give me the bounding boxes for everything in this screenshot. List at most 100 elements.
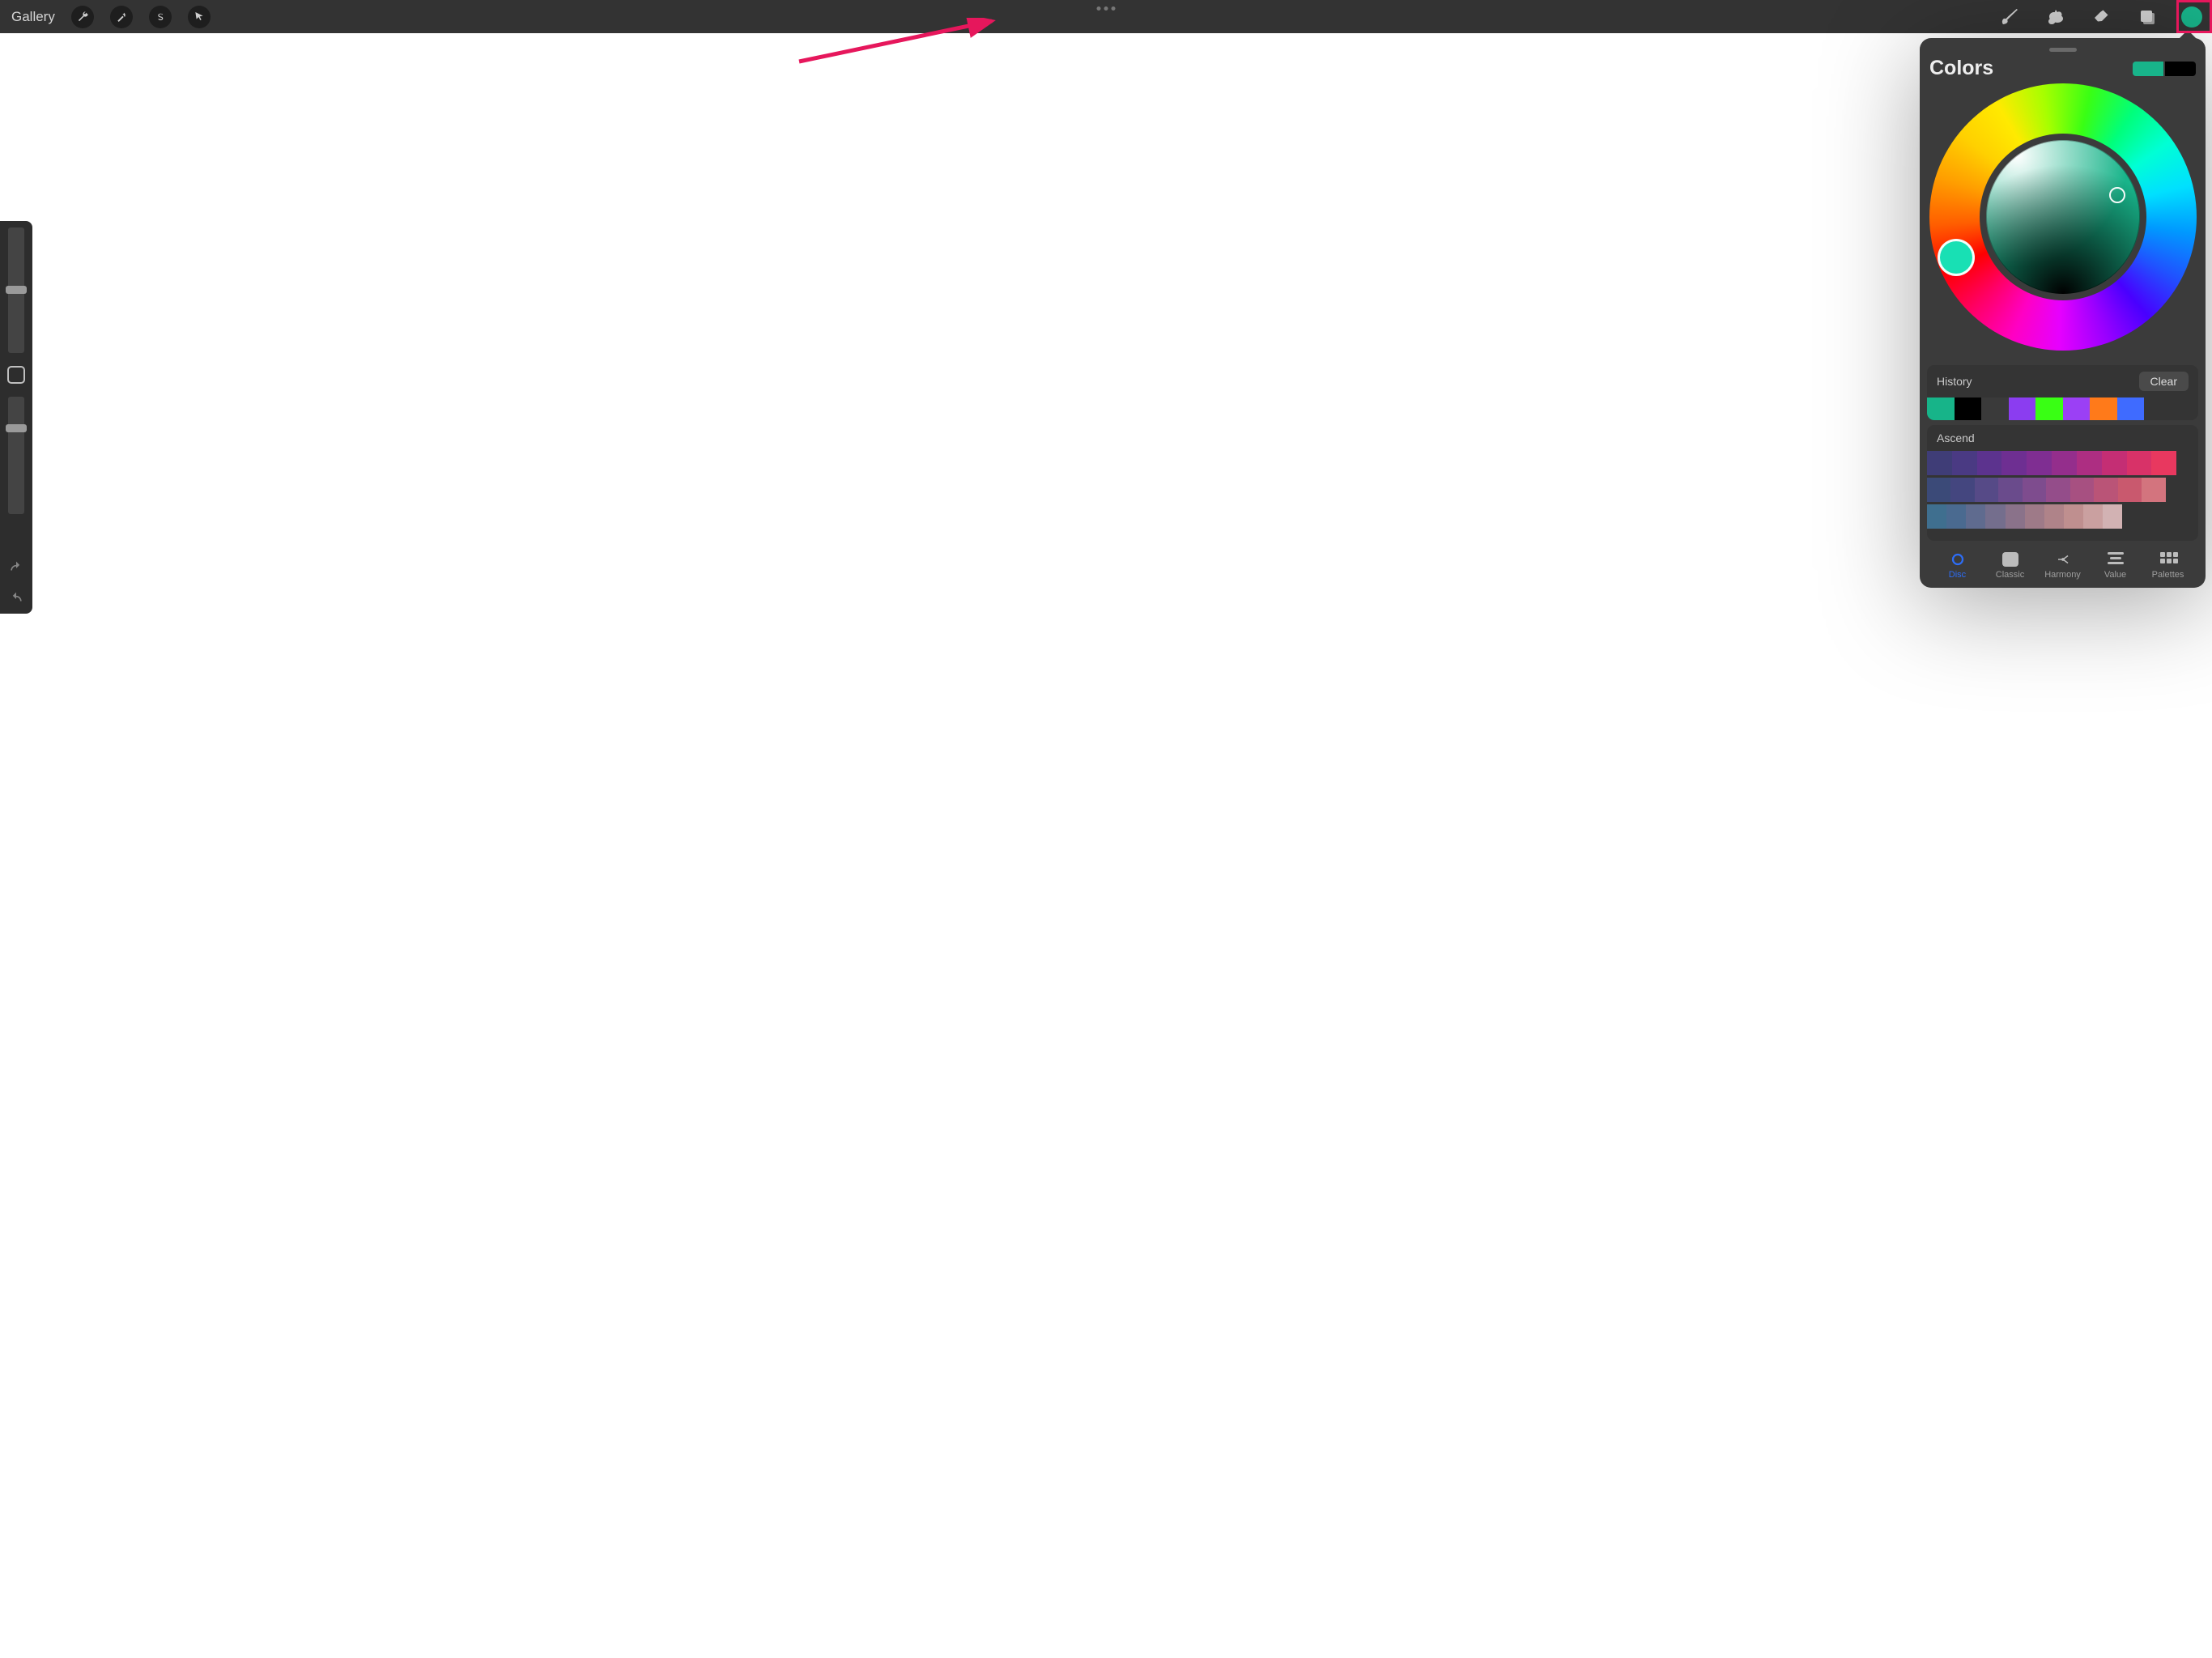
palette-swatch[interactable] — [1977, 451, 2002, 475]
hue-cursor[interactable] — [1938, 239, 1975, 276]
history-swatch[interactable] — [2090, 397, 2117, 420]
palette-swatch[interactable] — [2083, 504, 2103, 529]
palette-section: Ascend — [1927, 425, 2198, 541]
gallery-button[interactable]: Gallery — [11, 9, 55, 25]
cursor-arrow-icon — [193, 11, 206, 23]
history-swatch[interactable] — [2009, 397, 2036, 420]
history-swatch[interactable] — [1981, 397, 2009, 420]
palette-swatch[interactable] — [2023, 478, 2046, 502]
color-button[interactable] — [2181, 6, 2202, 28]
adjustments-button[interactable] — [110, 6, 133, 28]
history-swatch[interactable] — [2117, 397, 2145, 420]
palette-swatch[interactable] — [2077, 451, 2102, 475]
tab-classic[interactable]: Classic — [1986, 552, 2035, 580]
palette-swatch[interactable] — [2001, 451, 2027, 475]
palette-swatch[interactable] — [2142, 478, 2165, 502]
sv-cursor[interactable] — [2109, 187, 2125, 203]
wrench-icon — [76, 11, 89, 23]
colors-popover: Colors History Clear Ascend — [1920, 38, 2206, 588]
palette-swatch[interactable] — [1998, 478, 2022, 502]
layers-button[interactable] — [2136, 6, 2157, 28]
selection-button[interactable] — [149, 6, 172, 28]
brush-opacity-thumb[interactable] — [6, 424, 27, 432]
brush-size-thumb[interactable] — [6, 286, 27, 294]
palette-swatch[interactable] — [2070, 478, 2094, 502]
history-swatch[interactable] — [1927, 397, 1955, 420]
palette-swatch[interactable] — [2127, 451, 2152, 475]
tab-harmony[interactable]: Harmony — [2039, 552, 2087, 580]
clear-history-button[interactable]: Clear — [2139, 372, 2189, 391]
history-section: History Clear — [1927, 365, 2198, 420]
palette-swatch[interactable] — [1927, 478, 1950, 502]
colors-title: Colors — [1929, 57, 1993, 80]
actions-button[interactable] — [71, 6, 94, 28]
harmony-icon — [2055, 552, 2071, 567]
history-swatch-empty — [2144, 397, 2172, 420]
undo-button[interactable] — [8, 560, 24, 576]
eraser-icon — [2091, 7, 2111, 27]
palette-swatch[interactable] — [2006, 504, 2025, 529]
tab-palettes[interactable]: Palettes — [2144, 552, 2193, 580]
palette-swatch[interactable] — [1985, 504, 2005, 529]
sidebar-modify-button[interactable] — [7, 366, 25, 384]
history-swatch[interactable] — [2063, 397, 2091, 420]
palette-swatch[interactable] — [2103, 504, 2122, 529]
palette-swatch[interactable] — [1946, 504, 1966, 529]
popover-arrow — [2178, 30, 2197, 40]
palette-name: Ascend — [1927, 425, 2198, 451]
palette-swatch[interactable] — [2025, 504, 2044, 529]
wand-icon — [115, 11, 128, 23]
palette-swatch[interactable] — [1952, 451, 1977, 475]
secondary-color-swatch[interactable] — [2165, 62, 2196, 76]
history-swatch[interactable] — [2035, 397, 2063, 420]
palette-swatch[interactable] — [1927, 451, 1952, 475]
brush-tool-button[interactable] — [2000, 6, 2021, 28]
popover-drag-handle[interactable] — [2049, 48, 2077, 52]
palette-swatch[interactable] — [2151, 451, 2176, 475]
eraser-tool-button[interactable] — [2091, 6, 2112, 28]
history-swatch-empty — [2172, 397, 2199, 420]
left-sidebar — [0, 221, 32, 614]
palette-swatch[interactable] — [1950, 478, 1974, 502]
tab-disc-label: Disc — [1949, 570, 1966, 580]
history-label: History — [1937, 375, 1972, 388]
history-swatch[interactable] — [1955, 397, 1982, 420]
palettes-icon — [2160, 552, 2176, 567]
smudge-tool-button[interactable] — [2045, 6, 2066, 28]
palette-swatch[interactable] — [2052, 451, 2077, 475]
selection-s-icon — [154, 11, 167, 23]
saturation-value-disc[interactable] — [1986, 140, 2140, 294]
palette-swatch[interactable] — [1927, 504, 1946, 529]
palette-row — [1927, 478, 2166, 502]
tab-disc[interactable]: Disc — [1933, 552, 1982, 580]
transform-button[interactable] — [188, 6, 211, 28]
redo-button[interactable] — [8, 591, 24, 607]
palette-row — [1927, 451, 2176, 475]
palette-swatch[interactable] — [2064, 504, 2083, 529]
tab-harmony-label: Harmony — [2044, 570, 2081, 580]
modify-menu-button[interactable] — [1097, 6, 1116, 11]
classic-icon — [2002, 552, 2018, 567]
primary-color-swatch[interactable] — [2133, 62, 2163, 76]
palette-swatch[interactable] — [2094, 478, 2117, 502]
palette-swatch[interactable] — [2027, 451, 2052, 475]
palette-swatch[interactable] — [2046, 478, 2069, 502]
palette-swatch[interactable] — [2044, 504, 2064, 529]
brush-size-slider[interactable] — [8, 227, 24, 353]
brush-icon — [2001, 7, 2020, 27]
color-disc[interactable] — [1929, 83, 2197, 359]
tab-palettes-label: Palettes — [2152, 570, 2184, 580]
palette-swatch[interactable] — [2118, 478, 2142, 502]
disc-icon — [1950, 552, 1966, 567]
palette-swatch[interactable] — [2102, 451, 2127, 475]
primary-secondary-swatches[interactable] — [2133, 62, 2196, 76]
tab-classic-label: Classic — [1996, 570, 2024, 580]
tab-value-label: Value — [2104, 570, 2126, 580]
smudge-icon — [2046, 7, 2065, 27]
palette-swatch[interactable] — [1966, 504, 1985, 529]
palette-swatch[interactable] — [1975, 478, 1998, 502]
tab-value[interactable]: Value — [2091, 552, 2140, 580]
value-icon — [2108, 552, 2124, 567]
brush-opacity-slider[interactable] — [8, 397, 24, 514]
colors-tabbar: Disc Classic Harmony Value — [1929, 546, 2196, 581]
